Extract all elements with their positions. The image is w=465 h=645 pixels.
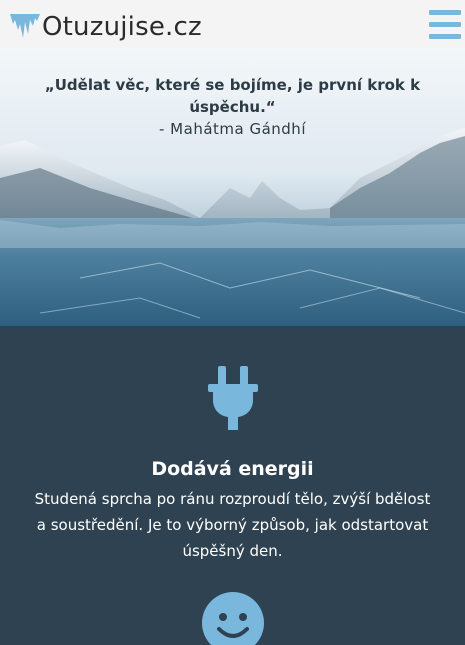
feature-description: Studená sprcha po ránu rozproudí tělo, z… bbox=[34, 490, 431, 560]
site-header: Otuzujise.cz bbox=[0, 0, 465, 48]
site-logo[interactable]: Otuzujise.cz bbox=[10, 12, 202, 42]
quote-block: „Udělat věc, které se bojíme, je první k… bbox=[0, 74, 465, 140]
feature-title: Dodává energii bbox=[151, 458, 314, 480]
icicle-icon bbox=[10, 14, 40, 38]
smiley-icon bbox=[201, 592, 264, 645]
hero-banner: „Udělat věc, které se bojíme, je první k… bbox=[0, 48, 465, 326]
hamburger-menu-icon[interactable] bbox=[429, 10, 461, 40]
feature-energy: Dodává energii Studená sprcha po ránu ro… bbox=[0, 366, 465, 564]
quote-author: - Mahátma Gándhí bbox=[159, 120, 306, 138]
plug-icon bbox=[207, 366, 258, 430]
quote-text: „Udělat věc, které se bojíme, je první k… bbox=[44, 76, 421, 116]
logo-text: Otuzujise.cz bbox=[42, 12, 202, 42]
feature-mood bbox=[0, 591, 465, 645]
